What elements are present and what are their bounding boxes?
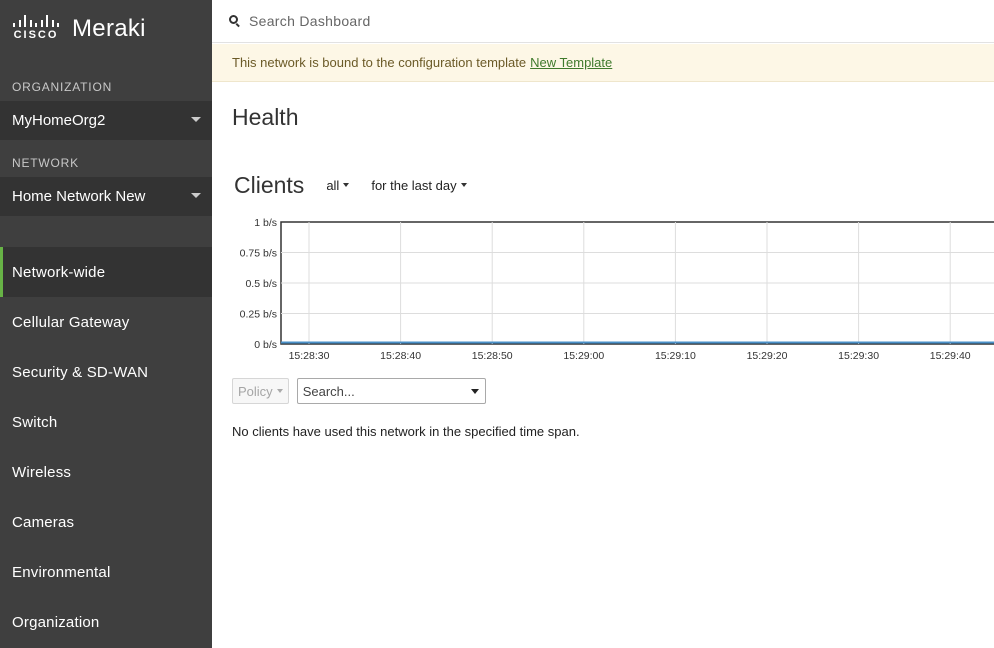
- chart-x-tick-label: 15:28:40: [380, 350, 421, 362]
- client-filter-dropdown[interactable]: all: [326, 177, 350, 193]
- dashboard-search-bar: [212, 0, 994, 43]
- chevron-down-icon: [343, 183, 350, 187]
- chart-y-tick-label: 0.25 b/s: [240, 309, 277, 321]
- chevron-down-icon: [276, 389, 283, 393]
- sidebar-item-switch[interactable]: Switch: [0, 397, 212, 447]
- timespan-label: for the last day: [371, 177, 457, 193]
- meraki-wordmark: Meraki: [72, 15, 146, 42]
- chart-x-tick-label: 15:29:40: [930, 350, 971, 362]
- chart-x-tick-label: 15:28:50: [472, 350, 513, 362]
- chart-x-tick-label: 15:29:00: [563, 350, 604, 362]
- sidebar-item-cameras[interactable]: Cameras: [0, 497, 212, 547]
- sidebar-item-organization[interactable]: Organization: [0, 597, 212, 647]
- sidebar-item-environmental[interactable]: Environmental: [0, 547, 212, 597]
- cisco-wordmark: CISCO: [13, 29, 59, 41]
- sidebar-item-security-sd-wan[interactable]: Security & SD-WAN: [0, 347, 212, 397]
- sidebar-item-network-wide[interactable]: Network-wide: [0, 247, 212, 297]
- cisco-logo-icon: CISCO: [12, 15, 60, 43]
- network-selector[interactable]: Home Network New: [0, 177, 212, 216]
- chevron-down-icon: [460, 183, 467, 187]
- client-filter-label: all: [326, 177, 340, 193]
- cisco-meraki-logo[interactable]: CISCO Meraki: [12, 14, 146, 44]
- chart-x-tick-label: 15:29:10: [655, 350, 696, 362]
- template-link[interactable]: New Template: [530, 55, 612, 70]
- chart-x-tick-label: 15:29:20: [747, 350, 788, 362]
- client-search-placeholder: Search...: [302, 383, 355, 399]
- banner-text: This network is bound to the configurati…: [232, 55, 527, 70]
- page-title: Health: [232, 104, 299, 130]
- search-icon: [229, 15, 241, 28]
- sidebar-item-cellular-gateway[interactable]: Cellular Gateway: [0, 297, 212, 347]
- chart-x-tick-label: 15:28:30: [289, 350, 330, 362]
- clients-header: Clients all for the last day: [234, 170, 467, 200]
- clients-title: Clients: [234, 171, 305, 198]
- chevron-down-icon: [470, 389, 479, 394]
- chart-svg: 1 b/s 0.75 b/s 0.5 b/s 0.25 b/s 0 b/s 15:28:3…: [240, 217, 994, 362]
- sidebar-nav: Network-wide Cellular Gateway Security &…: [0, 247, 212, 647]
- chart-y-tick-label: 0 b/s: [254, 339, 277, 351]
- organization-value: MyHomeOrg2: [12, 112, 106, 129]
- chart-x-tick-label: 15:29:30: [838, 350, 879, 362]
- network-value: Home Network New: [12, 188, 146, 205]
- chart-y-tick-label: 0.75 b/s: [240, 248, 277, 260]
- chevron-down-icon: [191, 117, 201, 122]
- organization-label: ORGANIZATION: [12, 80, 113, 94]
- chevron-down-icon: [191, 193, 201, 198]
- chart-y-tick-label: 1 b/s: [254, 217, 277, 229]
- timespan-dropdown[interactable]: for the last day: [371, 177, 467, 193]
- client-search-select[interactable]: Search...: [296, 378, 486, 404]
- chart-y-tick-label: 0.5 b/s: [245, 278, 277, 290]
- policy-dropdown[interactable]: Policy: [232, 378, 289, 404]
- template-banner: This network is bound to the configurati…: [212, 44, 994, 82]
- organization-selector[interactable]: MyHomeOrg2: [0, 101, 212, 140]
- network-label: NETWORK: [12, 156, 79, 170]
- dashboard-search-input[interactable]: [249, 13, 649, 29]
- empty-clients-message: No clients have used this network in the…: [232, 424, 580, 439]
- clients-usage-chart: 1 b/s 0.75 b/s 0.5 b/s 0.25 b/s 0 b/s 15:28:3…: [220, 214, 994, 364]
- sidebar: CISCO Meraki ORGANIZATION MyHomeOrg2 NET…: [0, 0, 212, 648]
- main-content: This network is bound to the configurati…: [212, 0, 994, 648]
- client-filters: Policy Search...: [232, 378, 486, 404]
- sidebar-item-wireless[interactable]: Wireless: [0, 447, 212, 497]
- policy-label: Policy: [238, 383, 273, 399]
